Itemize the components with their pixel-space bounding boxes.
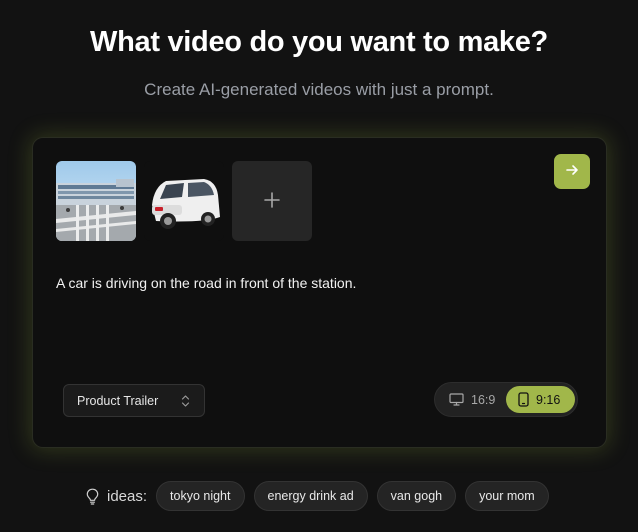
generate-button[interactable]: [554, 154, 590, 189]
add-attachment-button[interactable]: [232, 161, 312, 241]
aspect-ratio-toggle: 16:9 9:16: [434, 382, 578, 417]
aspect-ratio-9-16[interactable]: 9:16: [506, 386, 575, 413]
prompt-composer: A car is driving on the road in front of…: [32, 137, 607, 448]
style-select[interactable]: Product Trailer: [63, 384, 205, 417]
aspect-ratio-16-9-label: 16:9: [471, 392, 496, 407]
aspect-ratio-16-9[interactable]: 16:9: [439, 386, 501, 413]
page-subtitle: Create AI-generated videos with just a p…: [144, 80, 494, 99]
idea-chip-van-gogh[interactable]: van gogh: [376, 481, 457, 511]
idea-chip-energy-drink-ad[interactable]: energy drink ad: [253, 481, 368, 511]
ideas-row: ideas: tokyo night energy drink ad van g…: [86, 481, 558, 511]
arrow-right-icon: [565, 163, 579, 180]
style-select-value: Product Trailer: [77, 393, 159, 408]
aspect-ratio-9-16-label: 9:16: [536, 392, 561, 407]
lightbulb-icon: [86, 488, 99, 505]
attachment-station-image[interactable]: [56, 161, 136, 241]
ideas-label: ideas:: [107, 487, 148, 505]
monitor-icon: [449, 393, 471, 406]
chevron-up-down-icon: [181, 394, 190, 413]
idea-chip-your-mom[interactable]: your mom: [465, 481, 549, 511]
idea-chip-tokyo-night[interactable]: tokyo night: [156, 481, 245, 511]
page-title: What video do you want to make?: [90, 26, 548, 58]
attachment-car-image[interactable]: [144, 161, 224, 241]
prompt-input[interactable]: A car is driving on the road in front of…: [56, 275, 576, 291]
plus-icon: [263, 191, 281, 212]
phone-icon: [518, 392, 536, 407]
